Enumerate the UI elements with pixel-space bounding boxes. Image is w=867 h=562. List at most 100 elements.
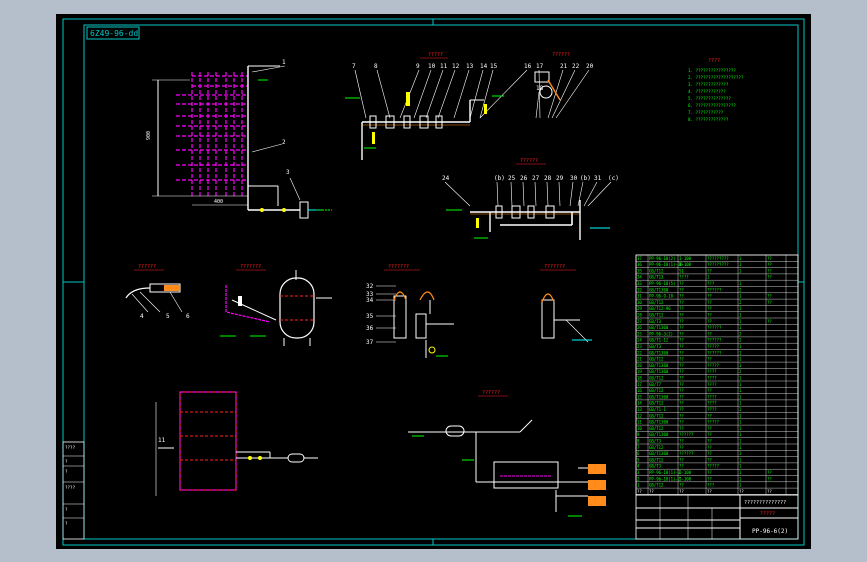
bom-cell: ?? (707, 313, 712, 318)
bom-cell: ?? (707, 426, 712, 431)
view-title-2: ?????? (552, 52, 570, 58)
balloon-top-21: 21 (560, 63, 568, 70)
bom-cell: 18 (637, 376, 642, 381)
bom-cell: 31 (637, 294, 642, 299)
balloon-mid-4: 27 (532, 175, 540, 182)
balloon-top-20: 20 (586, 63, 594, 70)
cad-viewport[interactable]: 6Z49-96-dd 1 2 3 900 400 ????? 7 8 9 10 … (0, 0, 867, 562)
bom-cell: ?? (707, 413, 712, 418)
bom-cell: 27 (637, 319, 642, 324)
bom-cell: 37 (637, 256, 642, 261)
code-box-text: 6Z49-96-dd (90, 29, 138, 38)
balloon-top-15: 15 (490, 63, 498, 70)
bom-cell: ?? (679, 376, 684, 381)
bom-cell: ?? (679, 325, 684, 330)
bom-cell: GB/T12-96 (649, 306, 671, 311)
bom-cell: ?? (679, 338, 684, 343)
bom-cell: ?????? (707, 338, 722, 343)
view-title-6: ??????? (388, 264, 409, 270)
drawing-canvas[interactable]: 6Z49-96-dd 1 2 3 900 400 ????? 7 8 9 10 … (0, 0, 867, 562)
note-line-8: 8. ????????????? (688, 117, 729, 122)
view-title-1: ????? (428, 52, 443, 58)
bom-cell: ??? (707, 483, 715, 488)
sheet-background (56, 14, 811, 549)
bom-cell: ?? (679, 457, 684, 462)
bom-cell: PP-96-9-10 (649, 294, 674, 299)
bom-cell: ?? (767, 319, 772, 324)
bom-header-cell: ?? (679, 489, 684, 494)
balloon-side-35: 35 (366, 313, 374, 320)
bom-cell: GB/T12 (649, 388, 664, 393)
bom-cell: ?? (707, 319, 712, 324)
bom-cell: ?? (679, 300, 684, 305)
balloon-mid-0: 24 (442, 175, 450, 182)
bom-cell: ?? (679, 369, 684, 374)
bom-cell: ?? (767, 268, 772, 273)
bom-cell: GB/T12 (649, 457, 664, 462)
bom-cell: GB/T12 (649, 268, 664, 273)
bom-cell: ????????? (707, 262, 729, 267)
bom-cell: PP-96-3(2) (649, 331, 673, 336)
bom-cell: 14 (637, 401, 642, 406)
bom-cell: PP-96-10(1)-2 (649, 476, 681, 481)
bom-cell: ????? (707, 344, 720, 349)
bom-cell: GB/T3 (649, 319, 662, 324)
bom-header-cell: ?? (767, 489, 772, 494)
balloon-top-13: 13 (466, 63, 474, 70)
bom-cell: ???? (679, 275, 689, 280)
balloon-top-17: 17 (536, 63, 544, 70)
bom-cell: GB/T12 (649, 376, 664, 381)
note-line-4: 4. ???????????? (688, 89, 726, 94)
balloon-3: 3 (286, 169, 290, 176)
bom-cell: ?? (767, 300, 772, 305)
bom-cell: ?? (679, 313, 684, 318)
balloon-mid-10: (c) (608, 175, 619, 182)
bom-cell: GB/T3 (649, 344, 662, 349)
bom-cell: ?? (707, 451, 712, 456)
note-line-3: 3. ????????????? (688, 82, 729, 87)
bom-cell: GB/T12 (649, 313, 664, 318)
balloon-top-11: 11 (440, 63, 448, 70)
balloon-top-9: 9 (416, 63, 420, 70)
bom-cell: ?? (679, 420, 684, 425)
company-name: ?????????????? (744, 500, 786, 506)
bom-cell: ?? (679, 319, 684, 324)
bom-cell: ?? (679, 407, 684, 412)
view-title-4: ?????? (138, 264, 156, 270)
bom-cell: GB/T1-12 (649, 338, 669, 343)
bom-cell: GB/T12 (649, 300, 664, 305)
balloon-mid-2: 25 (508, 175, 516, 182)
bom-cell: 30 (637, 300, 642, 305)
bom-cell: ???? (707, 369, 717, 374)
balloon-side-37: 37 (366, 339, 374, 346)
bom-cell: ?? (707, 470, 712, 475)
bom-cell: ?????? (679, 451, 694, 456)
bom-cell: GB/T3 (649, 439, 662, 444)
balloon-5: 5 (166, 313, 170, 320)
bom-cell: 17 (637, 382, 642, 387)
balloon-top-22: 22 (572, 63, 580, 70)
bom-cell: I-100 (679, 470, 692, 475)
bom-cell: 23 (637, 344, 642, 349)
bom-cell: ???? (707, 376, 717, 381)
bom-cell: GB/T1-1 (649, 407, 666, 412)
bom-cell: ?? (679, 350, 684, 355)
drawing-number: PP-96-6(2) (752, 528, 788, 535)
bom-cell: ?? (679, 363, 684, 368)
bom-cell: GB/T1360 (649, 369, 669, 374)
bom-cell: GB/T1360 (649, 363, 669, 368)
bom-cell: S1 (679, 268, 684, 273)
balloon-top-8: 8 (374, 63, 378, 70)
bom-cell: ????? (707, 363, 720, 368)
bom-cell: ?? (707, 331, 712, 336)
balloon-mid-3: 26 (520, 175, 528, 182)
bom-cell: 16 (637, 388, 642, 393)
bom-cell: GB/T13 (649, 275, 664, 280)
bom-cell: GB/T1360 (649, 432, 669, 437)
bom-cell: PP-96-10(2) (649, 256, 676, 261)
balloon-6: 6 (186, 313, 190, 320)
bom-cell: 24 (637, 338, 642, 343)
balloon-mid-5: 28 (544, 175, 552, 182)
bom-cell: PP-96-10(5) (649, 281, 676, 286)
bom-cell: ?? (679, 357, 684, 362)
